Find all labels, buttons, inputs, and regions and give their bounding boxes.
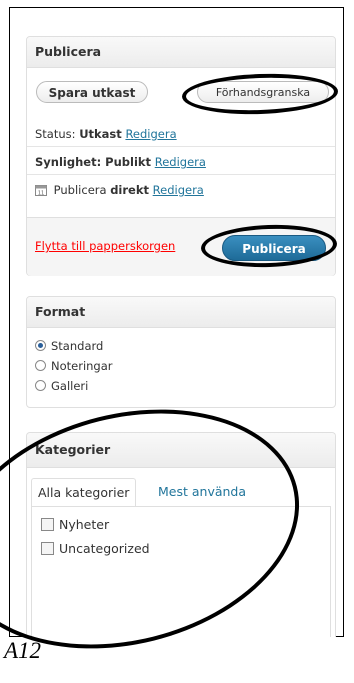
trash-link[interactable]: Flytta till papperskorgen [35,239,175,253]
calendar-icon: 11 [35,185,47,197]
radio-button-selected[interactable] [35,340,46,351]
radio-button[interactable] [35,360,46,371]
format-option-label: Standard [51,339,104,353]
visibility-row: Synlighet: Publikt Redigera [35,155,206,169]
categories-box: Kategorier Alla kategorier Mest använda … [26,432,336,637]
status-row: Status: Utkast Redigera [35,127,177,141]
save-draft-button[interactable]: Spara utkast [36,81,148,103]
format-option-label: Noteringar [51,359,113,373]
format-box: Format Standard Noteringar Galleri [26,296,336,408]
edit-schedule-link[interactable]: Redigera [153,183,204,197]
categories-box-title: Kategorier [27,433,335,468]
schedule-value: direkt [110,183,149,197]
publish-button[interactable]: Publicera [222,235,326,261]
format-option-galleri[interactable]: Galleri [35,379,88,393]
visibility-value: Publikt [105,155,152,169]
publish-box-title: Publicera [27,37,335,68]
category-label: Uncategorized [59,541,150,556]
edit-status-link[interactable]: Redigera [125,127,176,141]
preview-button[interactable]: Förhandsgranska [197,81,329,103]
category-label: Nyheter [59,517,110,532]
format-option-label: Galleri [51,379,89,393]
status-value: Utkast [79,127,122,141]
tab-all-categories[interactable]: Alla kategorier [31,478,137,507]
publish-box: Publicera Spara utkast Förhandsgranska S… [26,36,336,276]
category-item-uncategorized[interactable]: Uncategorized [41,541,150,556]
format-option-noteringar[interactable]: Noteringar [35,359,113,373]
schedule-label: Publicera [53,183,111,197]
category-item-nyheter[interactable]: Nyheter [41,517,109,532]
divider [27,174,335,175]
category-checkbox[interactable] [41,542,54,555]
schedule-row: 11 Publicera direkt Redigera [35,183,204,197]
figure-caption: A12 [4,638,42,663]
edit-visibility-link[interactable]: Redigera [155,155,206,169]
format-option-standard[interactable]: Standard [35,339,103,353]
format-box-title: Format [27,297,335,328]
radio-button[interactable] [35,380,46,391]
svg-text:11: 11 [38,191,44,197]
divider [27,146,335,147]
status-label: Status: [35,127,80,141]
category-checkbox[interactable] [41,518,54,531]
visibility-label: Synlighet: [35,155,106,169]
tab-most-used[interactable]: Mest använda [158,478,246,506]
